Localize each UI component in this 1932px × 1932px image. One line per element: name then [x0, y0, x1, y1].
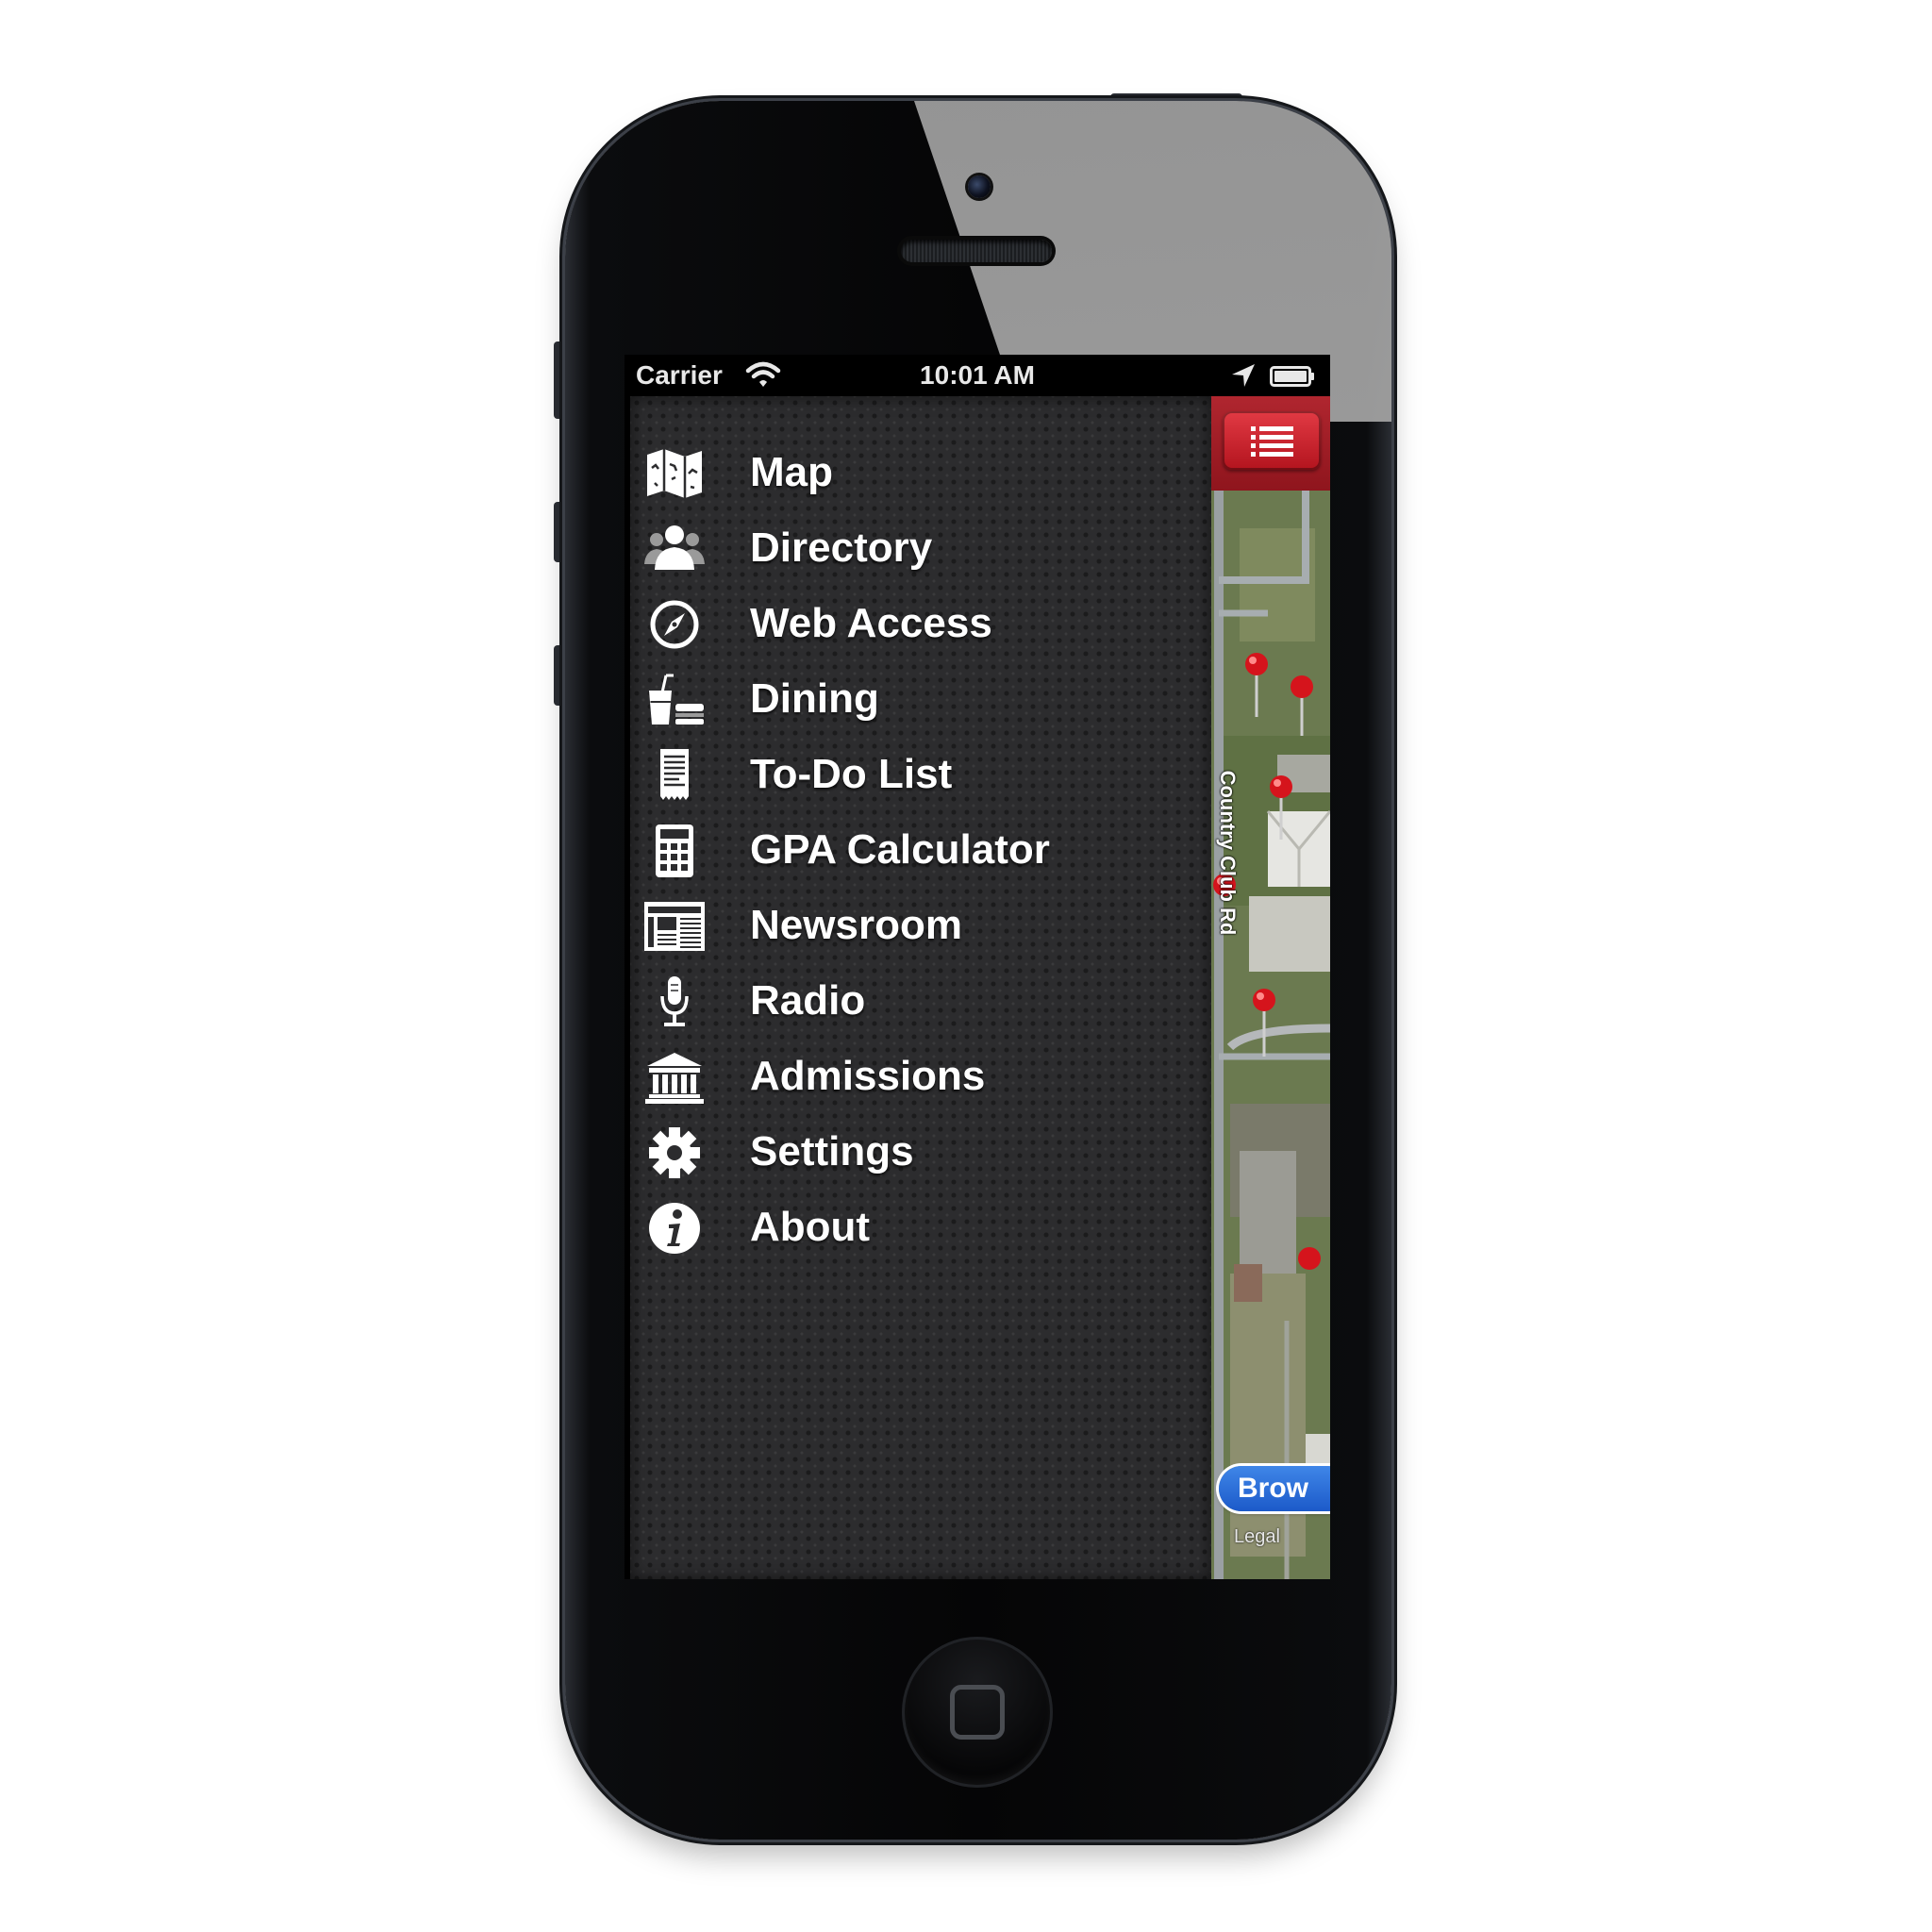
compass-icon	[650, 600, 699, 649]
location-arrow-icon	[1232, 364, 1255, 387]
browse-button[interactable]: Brow	[1219, 1466, 1330, 1511]
newspaper-icon	[644, 902, 705, 951]
menu-label-to-do-list: To-Do List	[750, 751, 953, 797]
menu-item-map[interactable]: Map	[630, 436, 1211, 511]
institution-icon	[645, 1053, 704, 1104]
clock-label: 10:01 AM	[920, 360, 1035, 390]
menu-item-settings[interactable]: Settings	[630, 1115, 1211, 1191]
phone-screen: Carrier 10:01 AM Map Directory Web Acces…	[625, 355, 1330, 1579]
menu-label-newsroom: Newsroom	[750, 902, 962, 948]
menu-item-directory[interactable]: Directory	[630, 511, 1211, 587]
drink-food-icon	[649, 674, 704, 724]
menu-label-map: Map	[750, 449, 833, 495]
front-camera	[968, 175, 991, 198]
menu-item-admissions[interactable]: Admissions	[630, 1040, 1211, 1115]
satellite-map	[1211, 491, 1330, 1579]
menu-label-gpa-calculator: GPA Calculator	[750, 826, 1050, 873]
earpiece-speaker	[901, 240, 1052, 262]
menu-label-dining: Dining	[750, 675, 879, 722]
menu-label-settings: Settings	[750, 1128, 914, 1174]
menu-label-web-access: Web Access	[750, 600, 992, 646]
menu-label-radio: Radio	[750, 977, 866, 1024]
menu-toggle-button[interactable]	[1223, 411, 1321, 470]
menu-label-directory: Directory	[750, 525, 933, 571]
battery-icon	[1270, 366, 1314, 387]
menu-item-about[interactable]: About	[630, 1191, 1211, 1266]
menu-label-admissions: Admissions	[750, 1053, 986, 1099]
menu-label-about: About	[750, 1204, 871, 1250]
road-label: Country Club Rd	[1216, 770, 1240, 936]
map-icon	[647, 449, 702, 498]
map-navigation-bar	[1211, 396, 1330, 491]
menu-item-radio[interactable]: Radio	[630, 964, 1211, 1040]
map-view[interactable]: Country Club Rd Brow Legal	[1211, 396, 1330, 1579]
menu-item-gpa-calculator[interactable]: GPA Calculator	[630, 813, 1211, 889]
home-button-icon	[950, 1685, 1005, 1740]
map-pin[interactable]	[1298, 1247, 1321, 1270]
receipt-icon	[660, 749, 689, 800]
status-bar: Carrier 10:01 AM	[625, 355, 1330, 396]
menu-item-web-access[interactable]: Web Access	[630, 587, 1211, 662]
gear-icon	[649, 1127, 700, 1178]
people-icon	[644, 525, 705, 570]
calculator-icon	[656, 824, 693, 877]
menu-item-newsroom[interactable]: Newsroom	[630, 889, 1211, 964]
menu-item-dining[interactable]: Dining	[630, 662, 1211, 738]
info-icon	[649, 1203, 700, 1254]
list-icon	[1251, 426, 1293, 457]
legal-link[interactable]: Legal	[1234, 1526, 1280, 1548]
side-menu: Map Directory Web Access Dining To-Do Li…	[630, 396, 1211, 1579]
menu-item-to-do-list[interactable]: To-Do List	[630, 738, 1211, 813]
microphone-icon	[660, 976, 689, 1026]
home-button[interactable]	[902, 1637, 1053, 1788]
